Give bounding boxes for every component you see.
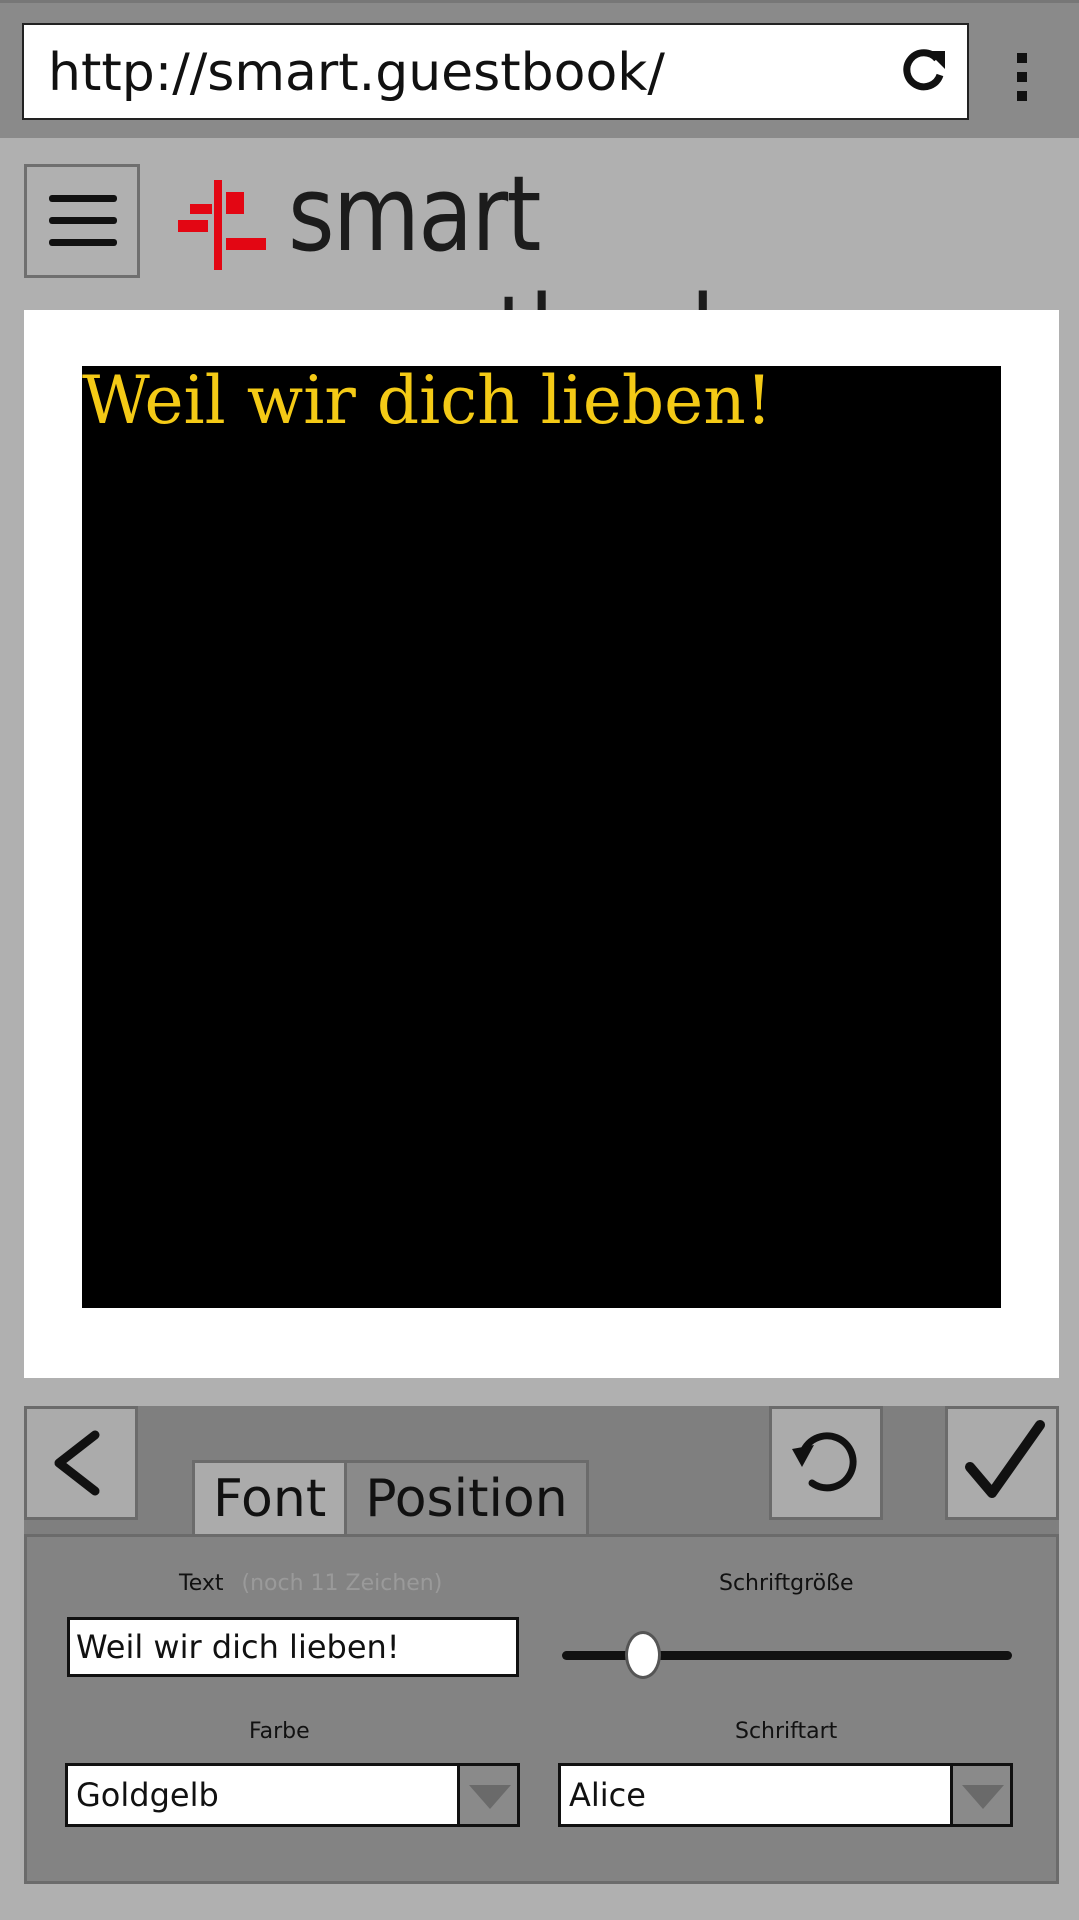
text-hint: (noch 11 Zeichen)	[241, 1571, 443, 1596]
font-label: Schriftart	[735, 1719, 838, 1744]
editor-controls: Font Position Text (noch 11 Zeichen) Weil…	[24, 1406, 1059, 1884]
text-input[interactable]: Weil wir dich lieben!	[67, 1617, 519, 1677]
text-label: Text	[179, 1571, 224, 1596]
undo-icon	[792, 1432, 857, 1492]
checkmark-icon	[965, 1420, 1045, 1498]
url-bar[interactable]: http://smart.guestbook/	[22, 23, 969, 120]
color-select[interactable]: Goldgelb	[65, 1763, 520, 1827]
color-label: Farbe	[249, 1719, 310, 1744]
logo-mark-icon	[178, 180, 266, 270]
overflow-menu-icon[interactable]	[1010, 53, 1034, 101]
back-arrow-icon	[54, 1430, 100, 1496]
text-label-row: Text (noch 11 Zeichen)	[179, 1571, 442, 1596]
url-text[interactable]: http://smart.guestbook/	[48, 43, 665, 103]
font-settings-panel: Text (noch 11 Zeichen) Weil wir dich lieb…	[24, 1534, 1059, 1884]
dropdown-arrow-icon[interactable]	[457, 1766, 517, 1824]
hamburger-icon[interactable]	[24, 164, 140, 278]
dropdown-arrow-icon[interactable]	[950, 1766, 1010, 1824]
font-select-value: Alice	[569, 1776, 646, 1814]
preview-text[interactable]: Weil wir dich lieben!	[82, 362, 772, 439]
font-select[interactable]: Alice	[558, 1763, 1013, 1827]
confirm-button[interactable]	[945, 1406, 1059, 1520]
size-label: Schriftgröße	[719, 1571, 854, 1596]
back-button[interactable]	[24, 1406, 138, 1520]
tab-position[interactable]: Position	[347, 1463, 586, 1536]
undo-button[interactable]	[769, 1406, 883, 1520]
color-select-value: Goldgelb	[76, 1776, 219, 1814]
font-size-slider-thumb[interactable]	[625, 1631, 661, 1679]
tab-bar: Font Position	[192, 1460, 589, 1536]
browser-toolbar: http://smart.guestbook/	[0, 0, 1079, 138]
reload-icon[interactable]	[897, 45, 949, 97]
tab-font[interactable]: Font	[195, 1463, 348, 1536]
preview-card: Weil wir dich lieben!	[24, 310, 1059, 1378]
preview-canvas[interactable]: Weil wir dich lieben!	[82, 362, 1001, 1308]
